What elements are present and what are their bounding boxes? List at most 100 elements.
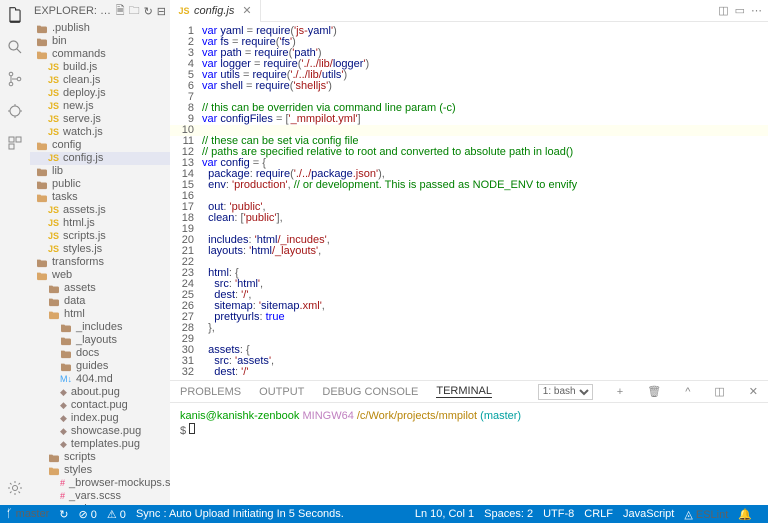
- status-ln-col[interactable]: Ln 10, Col 1: [415, 508, 474, 520]
- close-icon[interactable]: ✕: [242, 4, 251, 17]
- tab-problems[interactable]: PROBLEMS: [180, 386, 241, 398]
- code-line[interactable]: var shell = require('shelljs'): [202, 81, 768, 92]
- tree-item-transforms[interactable]: transforms: [30, 256, 170, 269]
- code-line[interactable]: [202, 257, 768, 268]
- code-line[interactable]: },: [202, 323, 768, 334]
- status-encoding[interactable]: UTF-8: [543, 508, 574, 520]
- pug-file-icon: ◆: [60, 399, 67, 412]
- status-bell-icon[interactable]: 🔔: [738, 508, 752, 521]
- tab-terminal[interactable]: TERMINAL: [436, 385, 492, 398]
- tree-item-build-js[interactable]: JSbuild.js: [30, 61, 170, 74]
- code-area[interactable]: 1234567891011121314151617181920212223242…: [170, 22, 768, 380]
- tree-item-docs[interactable]: docs: [30, 347, 170, 360]
- code-line[interactable]: clean: ['public'],: [202, 213, 768, 224]
- tree-item--layouts[interactable]: _layouts: [30, 334, 170, 347]
- tab-debug[interactable]: DEBUG CONSOLE: [322, 386, 418, 398]
- code-line[interactable]: [202, 334, 768, 345]
- folder-icon: [60, 349, 72, 359]
- collapse-icon[interactable]: ⊟: [157, 5, 166, 18]
- settings-icon[interactable]: [6, 479, 24, 497]
- new-terminal-icon[interactable]: +: [617, 386, 623, 398]
- tree-item-404-md[interactable]: M↓404.md: [30, 373, 170, 386]
- split-terminal-icon[interactable]: ◫: [714, 385, 724, 398]
- tree-item-config-js[interactable]: JSconfig.js: [30, 152, 170, 165]
- code-line[interactable]: src: 'assets',: [202, 356, 768, 367]
- source-control-icon[interactable]: [6, 70, 24, 88]
- tree-item-label: contact.pug: [71, 399, 128, 412]
- status-eol[interactable]: CRLF: [584, 508, 613, 520]
- tree-item-data[interactable]: data: [30, 295, 170, 308]
- code-line[interactable]: layouts: 'html/_layouts',: [202, 246, 768, 257]
- terminal-select[interactable]: 1: bash: [538, 384, 593, 400]
- tree-item--vars-scss[interactable]: #_vars.scss: [30, 490, 170, 503]
- code-line[interactable]: src: 'html',: [202, 279, 768, 290]
- tree-item-html-js[interactable]: JShtml.js: [30, 217, 170, 230]
- tree-item-new-js[interactable]: JSnew.js: [30, 100, 170, 113]
- code-line[interactable]: prettyurls: true: [202, 312, 768, 323]
- status-lang[interactable]: JavaScript: [623, 508, 674, 520]
- tree-item-guides[interactable]: guides: [30, 360, 170, 373]
- extensions-icon[interactable]: [6, 134, 24, 152]
- code-line[interactable]: sitemap: 'sitemap.xml',: [202, 301, 768, 312]
- status-errors[interactable]: ⊘ 0: [79, 508, 97, 521]
- code-line[interactable]: assets: {: [202, 345, 768, 356]
- tree-item-tasks[interactable]: tasks: [30, 191, 170, 204]
- search-icon[interactable]: [6, 38, 24, 56]
- tree-item-styles[interactable]: styles: [30, 464, 170, 477]
- tree-item-clean-js[interactable]: JSclean.js: [30, 74, 170, 87]
- new-file-icon[interactable]: 🗎: [116, 2, 125, 21]
- debug-icon[interactable]: [6, 102, 24, 120]
- code-line[interactable]: // paths are specified relative to root …: [202, 147, 768, 158]
- tree-item-serve-js[interactable]: JSserve.js: [30, 113, 170, 126]
- code-line[interactable]: html: {: [202, 268, 768, 279]
- more-icon[interactable]: ⋯: [751, 4, 762, 17]
- tab-output[interactable]: OUTPUT: [259, 386, 304, 398]
- tree-item-assets-js[interactable]: JSassets.js: [30, 204, 170, 217]
- tree-item-assets[interactable]: assets: [30, 282, 170, 295]
- code-line[interactable]: env: 'production', // or development. Th…: [202, 180, 768, 191]
- status-eslint[interactable]: ◬ ESLint: [684, 508, 728, 521]
- tree-item-scripts-js[interactable]: JSscripts.js: [30, 230, 170, 243]
- new-folder-icon[interactable]: 🗀: [129, 2, 140, 21]
- tree-item-web[interactable]: web: [30, 269, 170, 282]
- tree-item-config[interactable]: config: [30, 139, 170, 152]
- tree-item-html[interactable]: html: [30, 308, 170, 321]
- tree-item-index-pug[interactable]: ◆index.pug: [30, 412, 170, 425]
- explorer-icon[interactable]: [6, 6, 24, 24]
- code-line[interactable]: dest: '/': [202, 367, 768, 378]
- toggle-icon[interactable]: ▭: [735, 4, 745, 17]
- close-panel-icon[interactable]: ✕: [749, 385, 758, 398]
- maximize-panel-icon[interactable]: ^: [685, 386, 690, 398]
- tree-item-bin[interactable]: bin: [30, 35, 170, 48]
- status-warnings[interactable]: ⚠ 0: [107, 508, 126, 521]
- tree-item-templates-pug[interactable]: ◆templates.pug: [30, 438, 170, 451]
- tree-item-public[interactable]: public: [30, 178, 170, 191]
- tree-item--includes[interactable]: _includes: [30, 321, 170, 334]
- tree-item-about-pug[interactable]: ◆about.pug: [30, 386, 170, 399]
- split-icon[interactable]: ◫: [718, 4, 728, 17]
- tree-item-label: bin: [52, 35, 67, 48]
- tree-item-styles-js[interactable]: JSstyles.js: [30, 243, 170, 256]
- folder-icon: [48, 453, 60, 463]
- status-spaces[interactable]: Spaces: 2: [484, 508, 533, 520]
- tree-item--publish[interactable]: .publish: [30, 22, 170, 35]
- tree-item-contact-pug[interactable]: ◆ contact.pug: [30, 399, 170, 412]
- tree-item-lib[interactable]: lib: [30, 165, 170, 178]
- tree-item-showcase-pug[interactable]: ◆showcase.pug: [30, 425, 170, 438]
- code-text[interactable]: var yaml = require('js-yaml')var fs = re…: [202, 22, 768, 380]
- tree-item-deploy-js[interactable]: JSdeploy.js: [30, 87, 170, 100]
- tree-item-commands[interactable]: commands: [30, 48, 170, 61]
- tree-item-watch-js[interactable]: JSwatch.js: [30, 126, 170, 139]
- status-sync-icon[interactable]: ↻: [59, 508, 68, 521]
- tree-item-scripts[interactable]: scripts: [30, 451, 170, 464]
- kill-terminal-icon[interactable]: 🗑: [647, 385, 661, 398]
- refresh-icon[interactable]: ↻: [144, 5, 153, 18]
- terminal[interactable]: kanis@kanishk-zenbook MINGW64 /c/Work/pr…: [170, 403, 768, 444]
- status-branch[interactable]: ᚶ master: [6, 508, 49, 520]
- tree-item--browser-mockups-scss[interactable]: #_browser-mockups.scss: [30, 477, 170, 490]
- status-sync-msg[interactable]: Sync : Auto Upload Initiating In 5 Secon…: [136, 508, 344, 520]
- tab-config-js[interactable]: JS config.js ✕: [170, 0, 261, 22]
- code-line[interactable]: out: 'public',: [202, 202, 768, 213]
- code-line[interactable]: var configFiles = ['_mmpilot.yml']: [202, 114, 768, 125]
- code-line[interactable]: [202, 191, 768, 202]
